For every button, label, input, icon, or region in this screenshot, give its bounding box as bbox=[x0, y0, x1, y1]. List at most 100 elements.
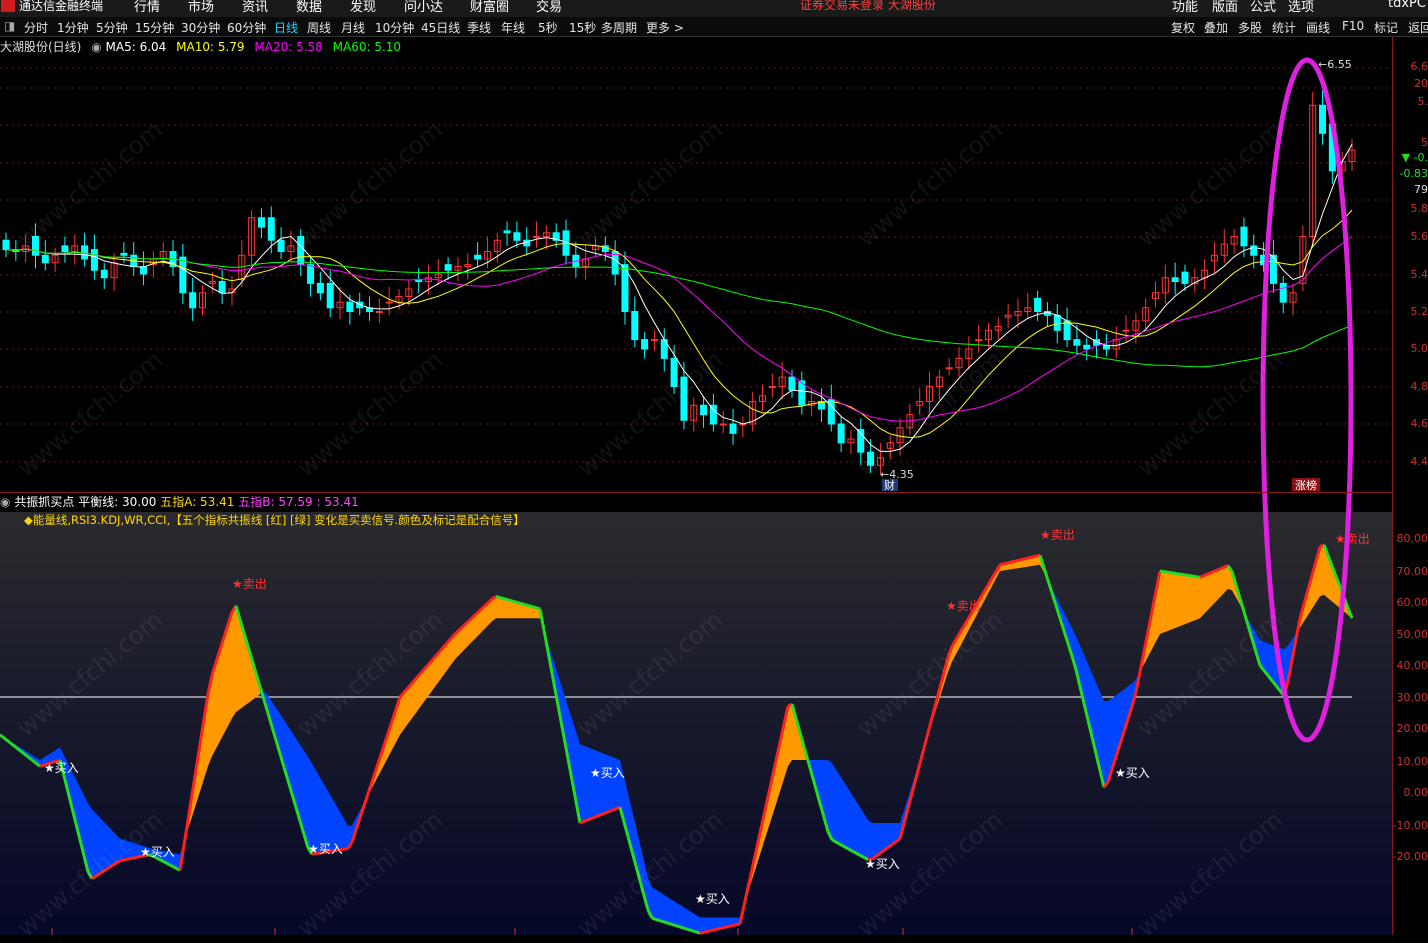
resonance-line bbox=[1168, 572, 1172, 573]
resonance-line bbox=[528, 605, 532, 606]
indicator-axis-label: 60.00 bbox=[1392, 596, 1428, 609]
price-axis-label: 5 bbox=[1392, 136, 1428, 149]
resonance-line bbox=[1192, 576, 1196, 577]
resonance-line bbox=[836, 842, 840, 844]
resonance-line bbox=[856, 853, 860, 855]
candle-body bbox=[475, 255, 481, 259]
resonance-line bbox=[1012, 561, 1016, 562]
resonance-line bbox=[1032, 556, 1036, 557]
band-fill bbox=[1180, 574, 1184, 626]
band-fill bbox=[684, 907, 688, 929]
resonance-line bbox=[592, 817, 596, 819]
candle-body bbox=[219, 282, 225, 293]
band-fill bbox=[580, 744, 584, 823]
band-fill bbox=[1164, 572, 1168, 633]
band-fill bbox=[1200, 576, 1204, 619]
band-fill bbox=[856, 801, 860, 855]
resonance-line bbox=[516, 602, 520, 603]
band-fill bbox=[604, 754, 608, 814]
candle-body bbox=[190, 293, 196, 308]
resonance-line bbox=[668, 923, 672, 924]
band-fill bbox=[1168, 572, 1172, 631]
candle-body bbox=[317, 283, 323, 292]
resonance-line bbox=[1184, 575, 1188, 576]
resonance-line bbox=[1020, 559, 1024, 560]
band-fill bbox=[1104, 701, 1108, 787]
resonance-line bbox=[612, 809, 616, 811]
candle-body bbox=[976, 340, 982, 341]
resonance-line bbox=[588, 818, 592, 820]
band-fill bbox=[404, 688, 408, 729]
resonance-line bbox=[600, 814, 604, 816]
candle-body bbox=[62, 246, 68, 252]
band-fill bbox=[872, 823, 876, 859]
band-fill bbox=[312, 763, 316, 854]
resonance-line bbox=[1216, 569, 1220, 571]
candle-body bbox=[720, 424, 726, 425]
resonance-line bbox=[504, 599, 508, 600]
candle-body bbox=[1074, 340, 1080, 346]
band-fill bbox=[1184, 575, 1188, 625]
candle-body bbox=[1084, 345, 1090, 349]
resonance-line bbox=[1176, 574, 1180, 575]
resonance-line bbox=[596, 815, 600, 817]
resonance-line bbox=[1196, 577, 1200, 578]
candle-body bbox=[327, 283, 333, 307]
band-fill bbox=[676, 902, 680, 927]
resonance-line bbox=[164, 862, 168, 864]
band-fill bbox=[860, 807, 864, 857]
indicator-axis-label: 70.00 bbox=[1392, 565, 1428, 578]
price-axis-label: 4.4 bbox=[1392, 455, 1428, 468]
candle-body bbox=[504, 231, 510, 233]
resonance-line bbox=[1172, 573, 1176, 574]
candle-body bbox=[1280, 283, 1286, 302]
band-fill bbox=[668, 897, 672, 924]
indicator-axis-label: 40.00 bbox=[1392, 659, 1428, 672]
band-fill bbox=[232, 606, 236, 719]
candle-body bbox=[101, 270, 107, 278]
resonance-line bbox=[344, 849, 348, 850]
resonance-line bbox=[704, 931, 708, 932]
candle-body bbox=[278, 240, 284, 251]
band-fill bbox=[608, 755, 612, 812]
band-fill bbox=[1204, 574, 1208, 614]
buy-signal: ★买入 bbox=[695, 892, 730, 906]
price-axis-label: -0.83 bbox=[1392, 167, 1428, 180]
five-b-label: 五指B: 57.59 bbox=[238, 495, 312, 509]
band-fill bbox=[1208, 572, 1212, 610]
resonance-line bbox=[664, 922, 668, 923]
band-fill bbox=[1176, 574, 1180, 628]
resonance-line bbox=[1208, 572, 1212, 574]
band-fill bbox=[696, 915, 700, 933]
band-fill bbox=[308, 757, 312, 854]
band-fill bbox=[592, 749, 596, 818]
resonance-line bbox=[524, 604, 528, 605]
resonance-line bbox=[720, 928, 724, 929]
band-fill bbox=[596, 751, 600, 817]
resonance-line bbox=[728, 926, 732, 927]
resonance-line bbox=[676, 926, 680, 927]
balance-line-label: 平衡线: 30.00 bbox=[78, 495, 156, 509]
band-fill bbox=[1216, 569, 1220, 602]
band-fill bbox=[1220, 567, 1224, 597]
resonance-line bbox=[1024, 558, 1028, 559]
candle-body bbox=[769, 387, 775, 388]
candle-body bbox=[1054, 315, 1060, 330]
resonance-line bbox=[840, 844, 844, 846]
candle-body bbox=[1320, 105, 1326, 133]
band-fill bbox=[852, 795, 856, 853]
price-axis-label: 5.4 bbox=[1392, 268, 1428, 281]
indicator-header: ◉ 共振抓买点 平衡线: 30.00 五指A: 53.41 五指B: 57.59… bbox=[0, 493, 359, 510]
resonance-line bbox=[680, 927, 684, 928]
band-fill bbox=[836, 769, 840, 844]
candle-body bbox=[730, 424, 736, 433]
candle-body bbox=[651, 340, 657, 341]
resonance-line bbox=[852, 851, 856, 853]
resonance-line bbox=[1164, 572, 1168, 573]
indicator-settings-icon[interactable]: ◉ bbox=[0, 495, 10, 509]
tool-back[interactable]: 返回 bbox=[1408, 19, 1428, 36]
candle-body bbox=[642, 340, 648, 349]
price-axis-label: 4.8 bbox=[1392, 380, 1428, 393]
candle-body bbox=[91, 250, 97, 271]
buy-signal: ★买入 bbox=[590, 766, 625, 780]
